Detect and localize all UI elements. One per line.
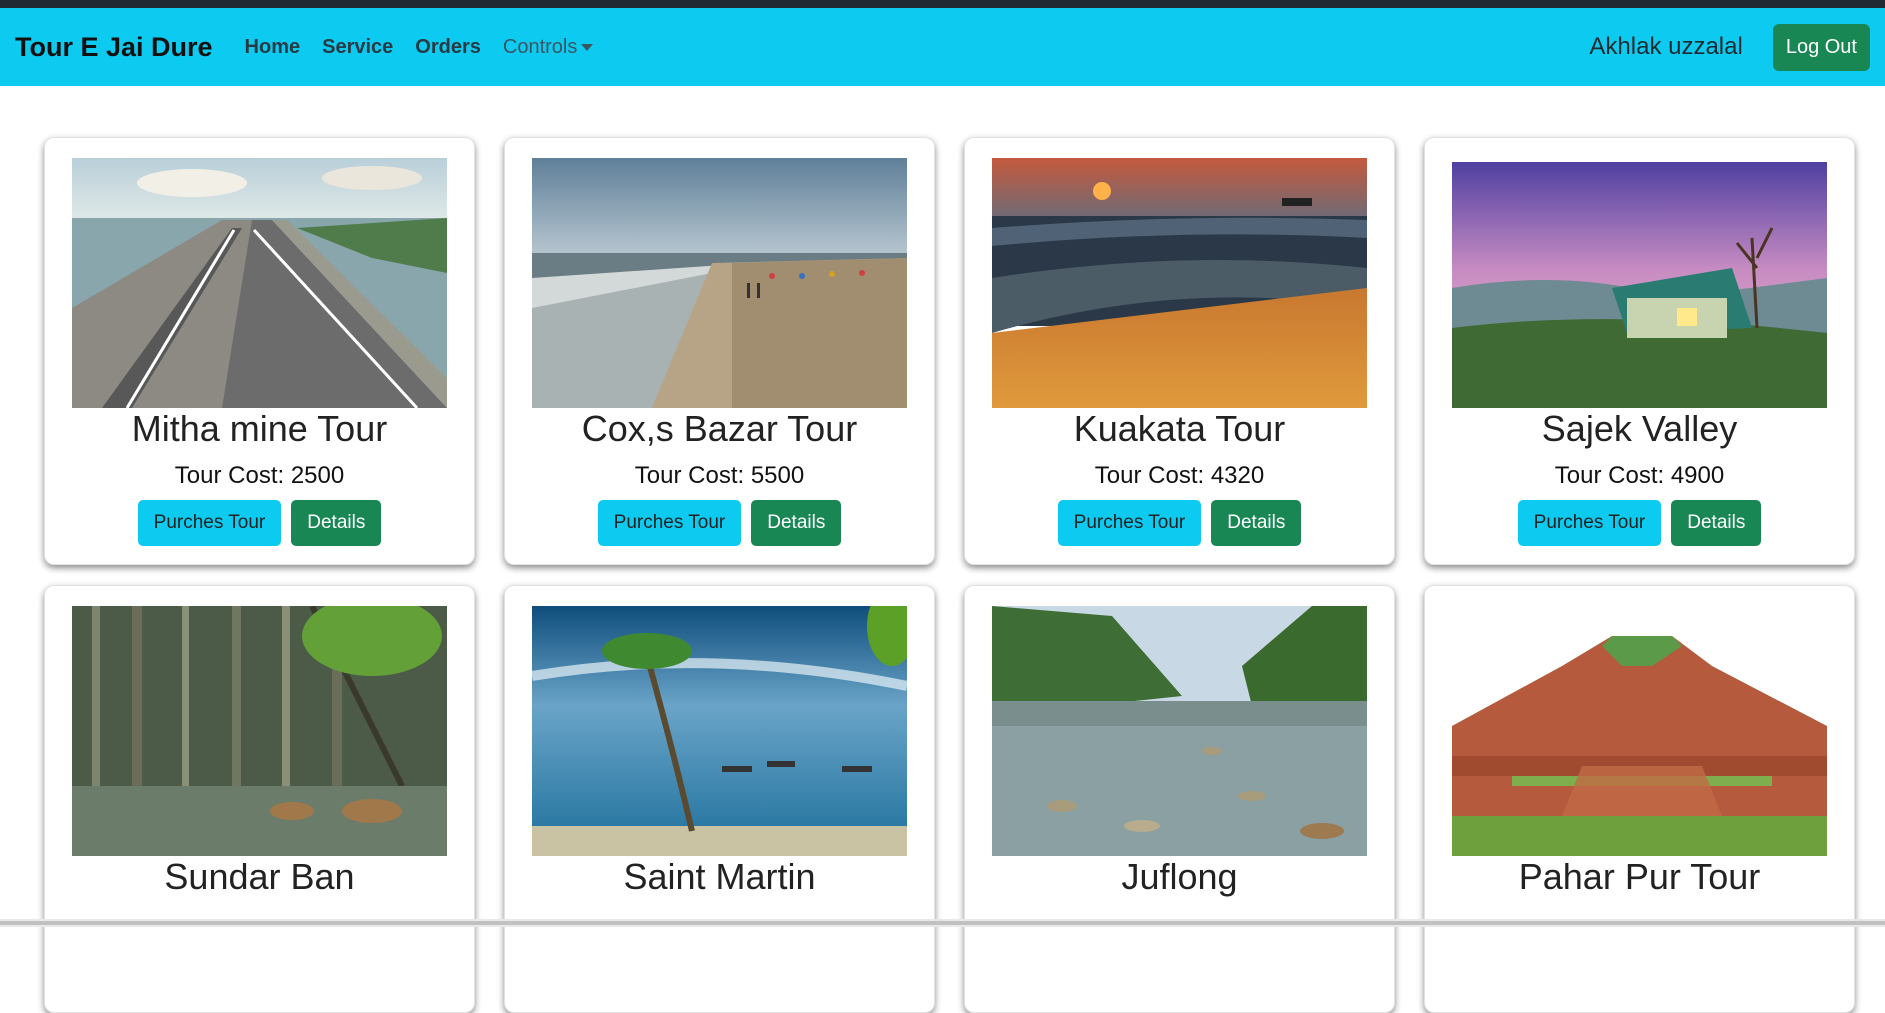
tour-cost: Tour Cost: 4900 bbox=[1425, 462, 1854, 490]
tour-photo bbox=[532, 158, 907, 408]
details-button[interactable]: Details bbox=[291, 500, 382, 546]
tour-card: Cox,s Bazar Tour Tour Cost: 5500 Purches … bbox=[504, 137, 935, 565]
tour-cost-value: 5500 bbox=[750, 462, 805, 489]
tour-card: Sajek Valley Tour Cost: 4900 Purches Tour… bbox=[1424, 137, 1855, 565]
tour-cost-label: Tour Cost: bbox=[1554, 462, 1665, 489]
caret-down-icon bbox=[581, 43, 594, 51]
nav-controls-label: Controls bbox=[502, 35, 578, 58]
tour-name: Cox,s Bazar Tour bbox=[581, 408, 858, 449]
horizontal-scrollbar[interactable] bbox=[0, 919, 1885, 927]
tour-cost-label: Tour Cost: bbox=[634, 462, 745, 489]
tour-cost-value: 2500 bbox=[290, 462, 345, 489]
tour-name: Kuakata Tour bbox=[1073, 408, 1286, 449]
tour-name: Mitha mine Tour bbox=[131, 408, 388, 449]
purchase-tour-button[interactable]: Purches Tour bbox=[1517, 500, 1662, 546]
tour-name: Pahar Pur Tour bbox=[1518, 856, 1761, 897]
browser-top-strip bbox=[0, 0, 1885, 8]
tour-actions: Purches Tour Details bbox=[1425, 500, 1854, 546]
tour-cost: Tour Cost: 4320 bbox=[965, 462, 1394, 490]
tour-actions: Purches Tour Details bbox=[45, 500, 474, 546]
tour-cost-label: Tour Cost: bbox=[1094, 462, 1205, 489]
tour-photo bbox=[1452, 158, 1827, 408]
tour-photo bbox=[72, 158, 447, 408]
tour-card: Juflong bbox=[964, 585, 1395, 1013]
tour-actions: Purches Tour Details bbox=[965, 500, 1394, 546]
tour-cost: Tour Cost: 5500 bbox=[505, 462, 934, 490]
tour-photo bbox=[532, 606, 907, 856]
tour-photo bbox=[992, 606, 1367, 856]
tour-photo bbox=[72, 606, 447, 856]
tour-card: Saint Martin bbox=[504, 585, 935, 1013]
tour-cost-value: 4900 bbox=[1670, 462, 1725, 489]
tour-photo bbox=[1452, 606, 1827, 856]
tour-cost-value: 4320 bbox=[1210, 462, 1265, 489]
details-button[interactable]: Details bbox=[751, 500, 842, 546]
scrollbar-thumb[interactable] bbox=[0, 921, 1885, 925]
tour-name: Sajek Valley bbox=[1541, 408, 1738, 449]
nav-home[interactable]: Home bbox=[245, 36, 301, 59]
nav-orders[interactable]: Orders bbox=[415, 36, 481, 59]
tour-card: Pahar Pur Tour bbox=[1424, 585, 1855, 1013]
tour-name: Juflong bbox=[1121, 856, 1238, 897]
tour-name: Sundar Ban bbox=[164, 856, 355, 897]
tour-cost: Tour Cost: 2500 bbox=[45, 462, 474, 490]
purchase-tour-button[interactable]: Purches Tour bbox=[597, 500, 742, 546]
details-button[interactable]: Details bbox=[1671, 500, 1762, 546]
tour-card: Kuakata Tour Tour Cost: 4320 Purches Tour… bbox=[964, 137, 1395, 565]
tour-name: Saint Martin bbox=[623, 856, 816, 897]
nav-right: Akhlak uzzalal Log Out bbox=[1589, 23, 1870, 71]
details-button[interactable]: Details bbox=[1211, 500, 1302, 546]
user-name: Akhlak uzzalal bbox=[1589, 33, 1743, 60]
tour-cost-label: Tour Cost: bbox=[174, 462, 285, 489]
tour-photo bbox=[992, 158, 1367, 408]
nav-service[interactable]: Service bbox=[322, 36, 393, 59]
tour-grid: Mitha mine Tour Tour Cost: 2500 Purches T… bbox=[44, 137, 1856, 1013]
tour-card: Sundar Ban bbox=[44, 585, 475, 1013]
nav-controls-dropdown[interactable]: Controls bbox=[502, 35, 594, 59]
navbar: Tour E Jai Dure Home Service Orders Cont… bbox=[0, 8, 1885, 86]
logout-button[interactable]: Log Out bbox=[1772, 23, 1870, 71]
tour-card: Mitha mine Tour Tour Cost: 2500 Purches T… bbox=[44, 137, 475, 565]
purchase-tour-button[interactable]: Purches Tour bbox=[137, 500, 282, 546]
brand-logo-text[interactable]: Tour E Jai Dure bbox=[15, 32, 213, 63]
tour-actions: Purches Tour Details bbox=[505, 500, 934, 546]
purchase-tour-button[interactable]: Purches Tour bbox=[1057, 500, 1202, 546]
